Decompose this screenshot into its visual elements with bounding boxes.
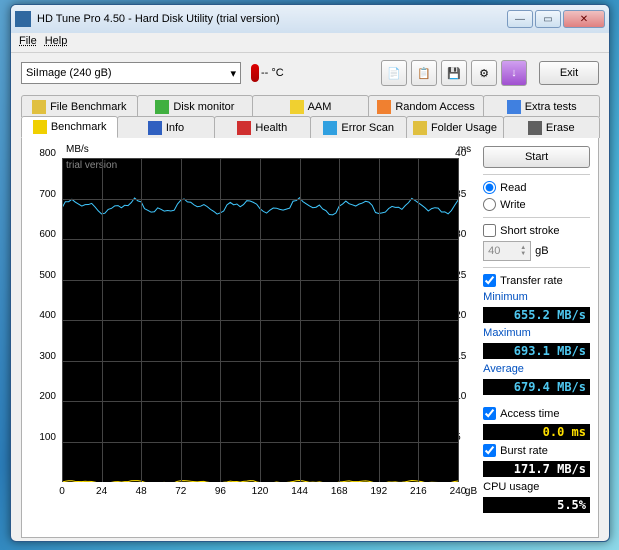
minimize-button[interactable]: — xyxy=(507,10,533,28)
exit-button[interactable]: Exit xyxy=(539,61,599,85)
short-stroke-label: Short stroke xyxy=(500,225,559,237)
close-button[interactable]: ✕ xyxy=(563,10,605,28)
access-time-value: 0.0 ms xyxy=(483,424,590,440)
burst-rate-checkbox[interactable] xyxy=(483,444,496,457)
maximum-value: 693.1 MB/s xyxy=(483,343,590,359)
tab-label: File Benchmark xyxy=(50,101,126,113)
x-unit: gB xyxy=(465,486,477,497)
options-button[interactable]: ⚙ xyxy=(471,60,497,86)
average-label: Average xyxy=(483,363,590,375)
continue-button[interactable]: ↓ xyxy=(501,60,527,86)
y-left-label: MB/s xyxy=(66,144,89,155)
drive-select-value: SiImage (240 gB) xyxy=(26,67,112,79)
read-radio[interactable] xyxy=(483,181,496,194)
tab-label: Disk monitor xyxy=(173,101,234,113)
menubar: File Help xyxy=(11,33,609,53)
disk-icon: 💾 xyxy=(447,67,461,80)
titlebar[interactable]: HD Tune Pro 4.50 - Hard Disk Utility (tr… xyxy=(11,5,609,33)
tab-info[interactable]: Info xyxy=(117,116,214,138)
tab-row-1: File Benchmark Disk monitor AAM Random Acce… xyxy=(21,95,599,117)
minimum-value: 655.2 MB/s xyxy=(483,307,590,323)
cpu-usage-value: 5.5% xyxy=(483,497,590,513)
write-label: Write xyxy=(500,199,525,211)
copy-icon: 📄 xyxy=(387,67,401,80)
dropdown-arrow-icon: ▾ xyxy=(230,67,236,80)
access-time-checkbox[interactable] xyxy=(483,407,496,420)
window-title: HD Tune Pro 4.50 - Hard Disk Utility (tr… xyxy=(37,13,507,25)
start-button[interactable]: Start xyxy=(483,146,590,168)
tab-label: Erase xyxy=(546,122,575,134)
temperature-display: -- °C xyxy=(251,64,284,82)
tab-icon xyxy=(323,121,337,135)
tab-label: Error Scan xyxy=(341,122,394,134)
tab-icon xyxy=(237,121,251,135)
burst-rate-value: 171.7 MB/s xyxy=(483,461,590,477)
menu-file[interactable]: File xyxy=(19,35,37,50)
tab-icon xyxy=(528,121,542,135)
burst-rate-label: Burst rate xyxy=(500,445,548,457)
short-stroke-unit: gB xyxy=(535,245,548,257)
tab-disk-monitor[interactable]: Disk monitor xyxy=(137,95,254,117)
tab-benchmark[interactable]: Benchmark xyxy=(21,116,118,138)
menu-help[interactable]: Help xyxy=(45,35,68,50)
benchmark-panel: MB/s ms 100200300400500600700800 5101520… xyxy=(21,138,599,538)
tab-icon xyxy=(413,121,427,135)
cpu-usage-label: CPU usage xyxy=(483,481,590,493)
tab-label: Benchmark xyxy=(51,121,107,133)
tab-label: Info xyxy=(166,122,184,134)
tab-label: AAM xyxy=(308,101,332,113)
temperature-value: -- °C xyxy=(261,67,284,79)
save-button[interactable]: 💾 xyxy=(441,60,467,86)
side-panel: Start Read Write Short stroke 40 ▲▼ gB T… xyxy=(483,146,590,529)
tab-row-2: Benchmark Info Health Error Scan Folder Usag… xyxy=(21,116,599,138)
arrow-down-icon: ↓ xyxy=(511,67,517,79)
tab-icon xyxy=(148,121,162,135)
tab-icon xyxy=(33,120,47,134)
benchmark-chart: MB/s ms 100200300400500600700800 5101520… xyxy=(30,146,475,526)
plot-area: trial version xyxy=(62,158,458,482)
tab-label: Folder Usage xyxy=(431,122,497,134)
transfer-rate-label: Transfer rate xyxy=(500,275,563,287)
tab-health[interactable]: Health xyxy=(214,116,311,138)
transfer-rate-checkbox[interactable] xyxy=(483,274,496,287)
average-value: 679.4 MB/s xyxy=(483,379,590,395)
tab-icon xyxy=(377,100,391,114)
screenshot-button[interactable]: 📋 xyxy=(411,60,437,86)
gear-icon: ⚙ xyxy=(479,67,489,80)
tab-folder-usage[interactable]: Folder Usage xyxy=(406,116,503,138)
read-label: Read xyxy=(500,182,526,194)
tab-label: Extra tests xyxy=(525,101,577,113)
tab-icon xyxy=(155,100,169,114)
tab-icon xyxy=(32,100,46,114)
tab-erase[interactable]: Erase xyxy=(503,116,600,138)
short-stroke-checkbox[interactable] xyxy=(483,224,496,237)
tab-icon xyxy=(290,100,304,114)
tab-file-benchmark[interactable]: File Benchmark xyxy=(21,95,138,117)
copy-info-button[interactable]: 📄 xyxy=(381,60,407,86)
write-radio[interactable] xyxy=(483,198,496,211)
short-stroke-value: 40 xyxy=(488,245,500,257)
tab-label: Health xyxy=(255,122,287,134)
maximum-label: Maximum xyxy=(483,327,590,339)
toolbar: SiImage (240 gB) ▾ -- °C 📄 📋 💾 ⚙ ↓ Exit xyxy=(11,53,609,93)
tab-icon xyxy=(507,100,521,114)
tab-random-access[interactable]: Random Access xyxy=(368,95,485,117)
screenshot-icon: 📋 xyxy=(417,67,431,80)
app-icon xyxy=(15,11,31,27)
tab-error-scan[interactable]: Error Scan xyxy=(310,116,407,138)
drive-select[interactable]: SiImage (240 gB) ▾ xyxy=(21,62,241,84)
tab-aam[interactable]: AAM xyxy=(252,95,369,117)
app-window: HD Tune Pro 4.50 - Hard Disk Utility (tr… xyxy=(10,4,610,542)
thermometer-icon xyxy=(251,64,259,82)
tab-extra-tests[interactable]: Extra tests xyxy=(483,95,600,117)
access-time-label: Access time xyxy=(500,408,559,420)
maximize-button[interactable]: ▭ xyxy=(535,10,561,28)
minimum-label: Minimum xyxy=(483,291,590,303)
tab-label: Random Access xyxy=(395,101,474,113)
spinner-arrows-icon: ▲▼ xyxy=(520,245,526,257)
short-stroke-spinner[interactable]: 40 ▲▼ xyxy=(483,241,531,261)
